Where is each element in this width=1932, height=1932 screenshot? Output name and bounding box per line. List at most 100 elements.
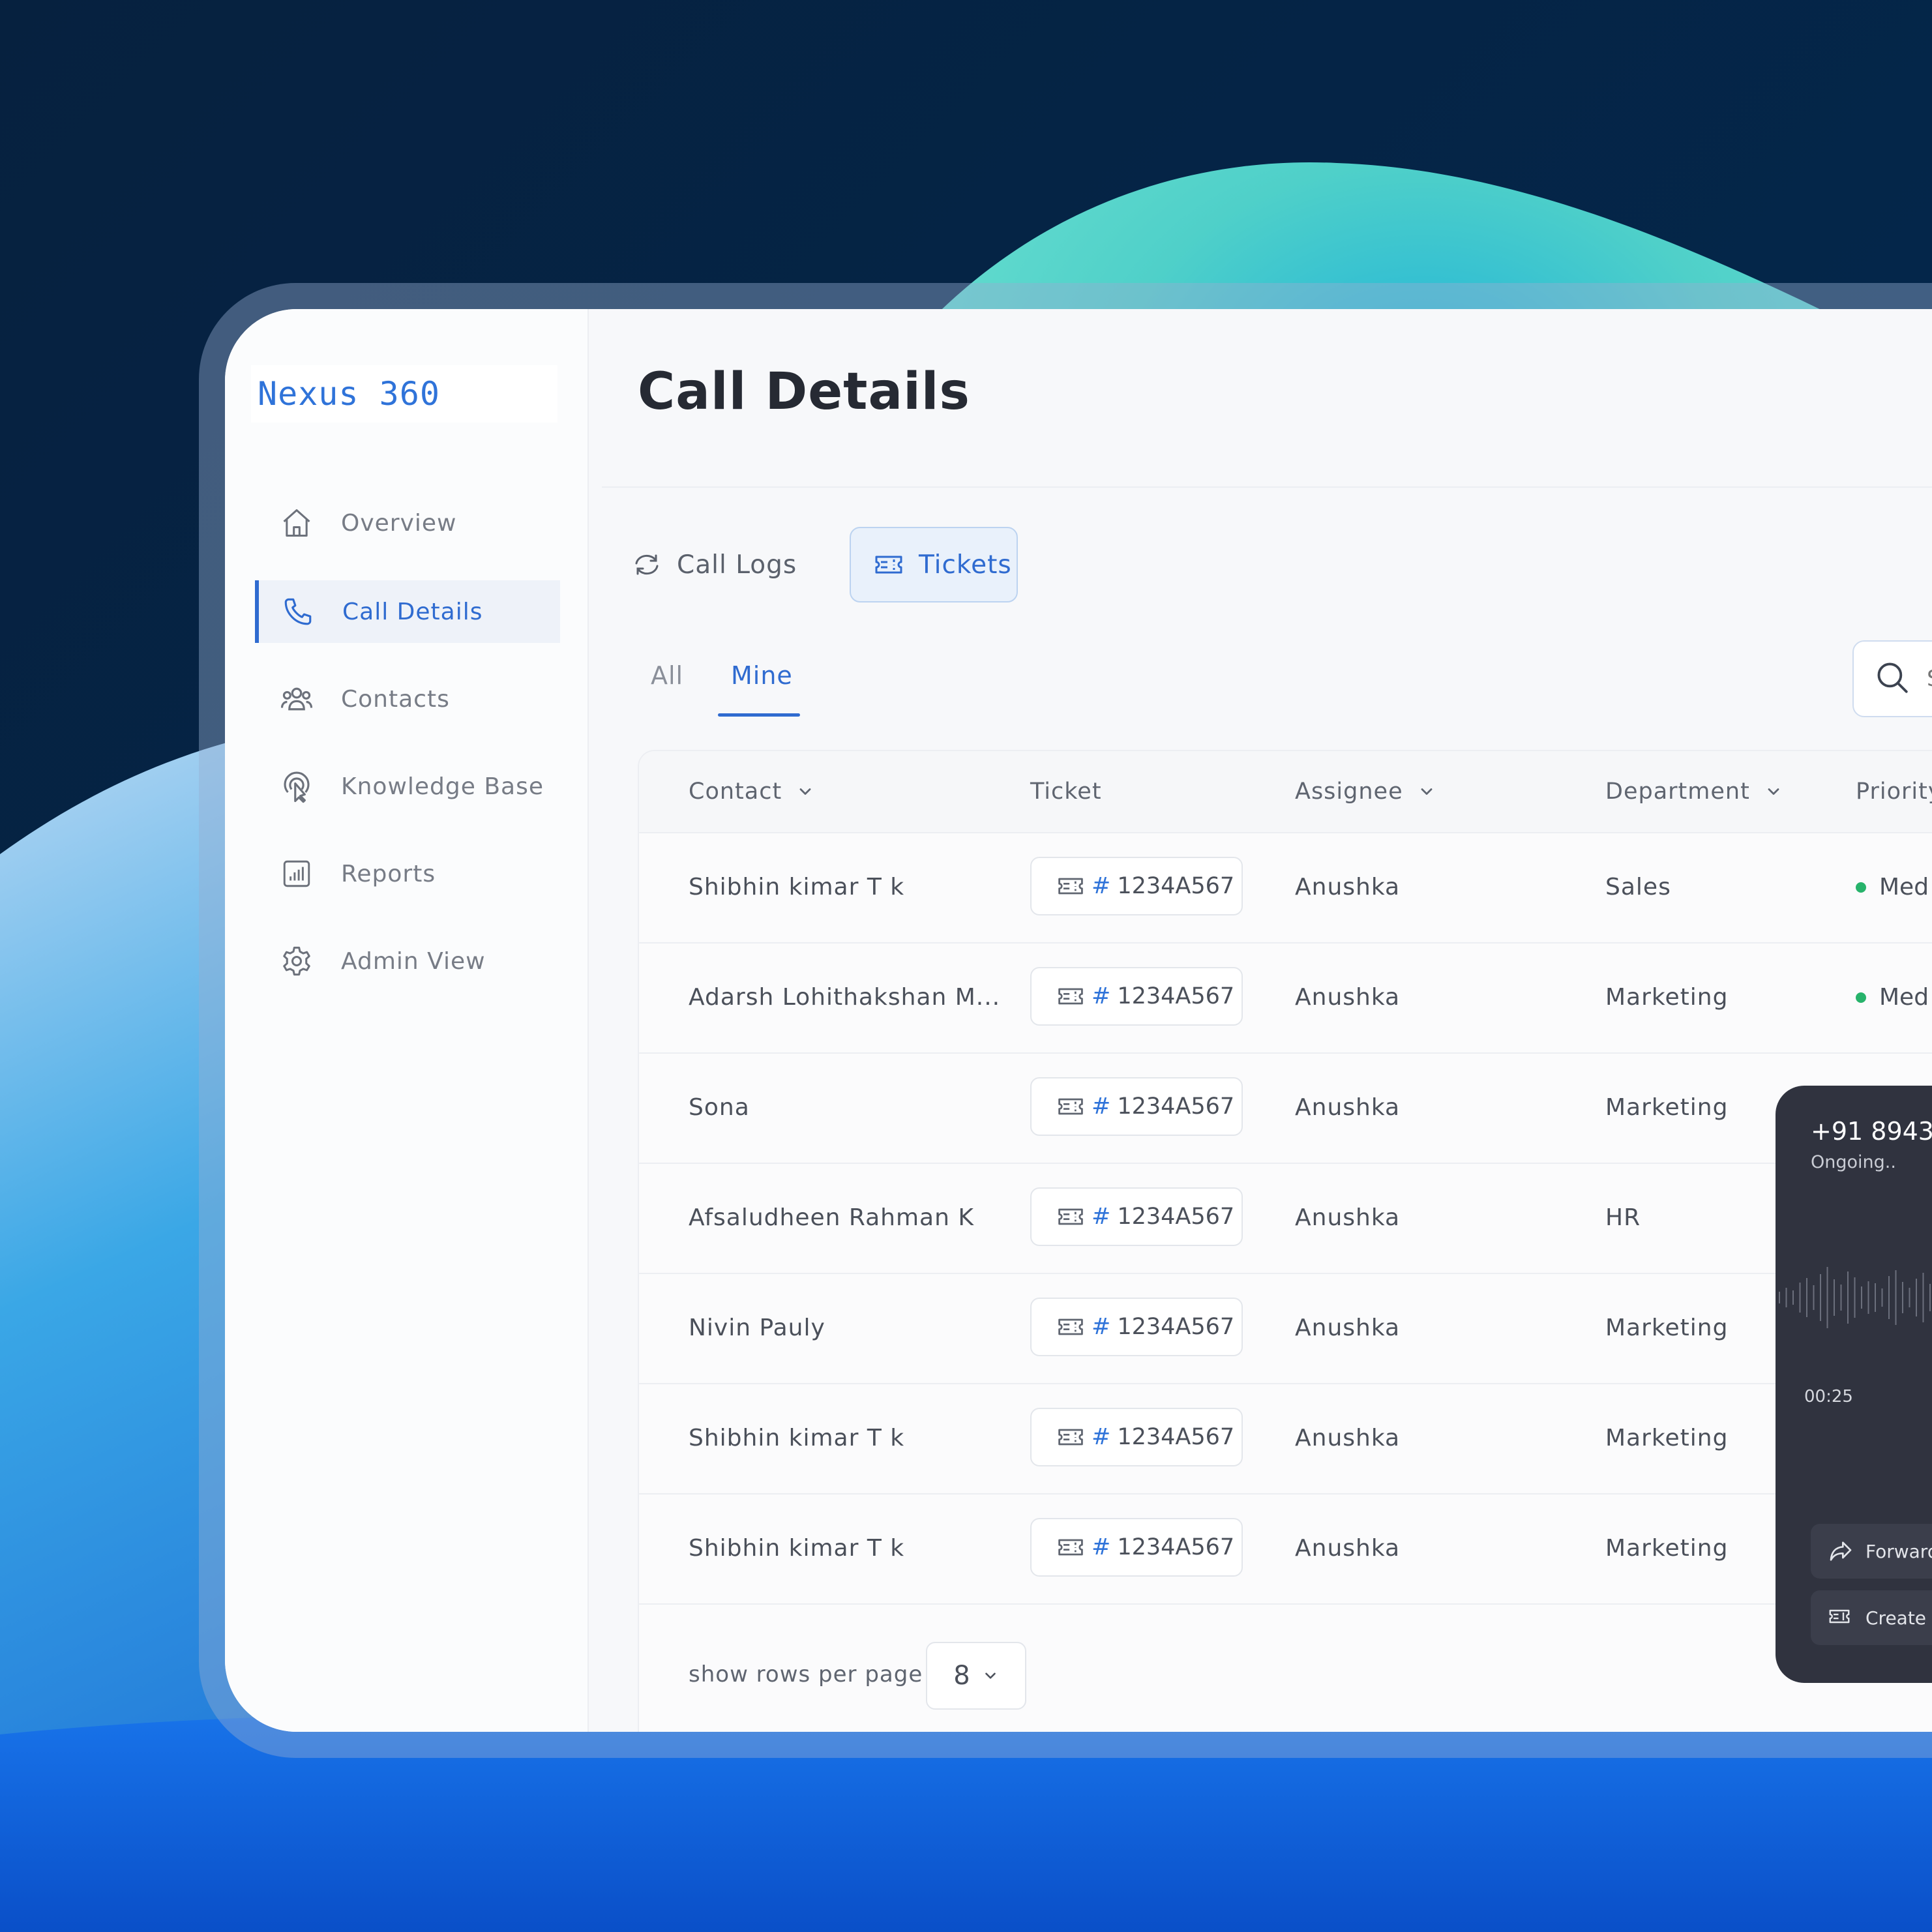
tab-label: Call Logs — [677, 550, 797, 580]
table-row[interactable]: Shibhin kimar T k #1234A567 Anushka Sales Me… — [639, 832, 1932, 944]
call-phone-number: +91 8943 5 — [1811, 1117, 1932, 1146]
header-divider — [602, 486, 1932, 488]
table-row[interactable]: Shibhin kimar T k #1234A567 Anushka Marketi… — [639, 1493, 1932, 1605]
sidebar-item-reports[interactable]: Reports — [256, 842, 561, 905]
column-header-assignee[interactable]: Assignee — [1295, 751, 1436, 832]
ticket-id-badge[interactable]: #1234A567 — [1030, 1077, 1243, 1136]
column-label: Priority — [1856, 779, 1932, 805]
call-timer: 00:25 — [1804, 1387, 1853, 1406]
ticket-icon — [1056, 1533, 1085, 1562]
sidebar-item-overview[interactable]: Overview — [256, 492, 561, 554]
forward-icon — [1828, 1538, 1854, 1564]
forward-button[interactable]: Forward — [1811, 1524, 1932, 1579]
sidebar: Nexus 360 Overview Call Details Contacts… — [225, 309, 589, 1732]
tab-call-logs[interactable]: Call Logs — [625, 527, 801, 602]
ticket-icon — [1056, 1092, 1085, 1121]
sidebar-item-label: Contacts — [341, 685, 450, 713]
ticket-hash: # — [1092, 1424, 1111, 1450]
search-box[interactable] — [1852, 640, 1932, 717]
sidebar-item-label: Reports — [341, 860, 436, 887]
priority-dot — [1856, 882, 1866, 893]
ticket-hash: # — [1092, 1534, 1111, 1560]
ticket-icon — [1056, 982, 1085, 1011]
priority-dot — [1856, 992, 1866, 1003]
app-logo[interactable]: Nexus 360 — [251, 365, 557, 423]
rows-per-page-label: show rows per page — [689, 1661, 923, 1687]
ticket-id: 1234A567 — [1117, 1204, 1235, 1230]
ticket-id: 1234A567 — [1117, 1424, 1235, 1450]
table-row[interactable]: Shibhin kimar T k #1234A567 Anushka Marketi… — [639, 1383, 1932, 1494]
tab-tickets[interactable]: Tickets — [850, 527, 1018, 602]
table-row[interactable]: Afsaludheen Rahman K #1234A567 Anushka HR — [639, 1163, 1932, 1274]
home-icon — [278, 505, 315, 541]
tickets-table: Contact Ticket Assignee Department Prior… — [638, 750, 1932, 1732]
column-label: Department — [1605, 779, 1750, 805]
cell-department: Marketing — [1605, 1315, 1729, 1341]
cell-contact: Shibhin kimar T k — [689, 1425, 905, 1451]
sidebar-item-knowledge-base[interactable]: Knowledge Base — [256, 755, 561, 818]
cell-assignee: Anushka — [1295, 1535, 1401, 1562]
column-header-ticket: Ticket — [1030, 751, 1102, 832]
cell-department: Marketing — [1605, 1535, 1729, 1562]
chevron-down-icon — [982, 1667, 999, 1684]
ticket-hash: # — [1092, 1204, 1111, 1230]
ticket-id: 1234A567 — [1117, 983, 1235, 1009]
cell-assignee: Anushka — [1295, 984, 1401, 1011]
subtab-all[interactable]: All — [651, 661, 683, 690]
forward-label: Forward — [1865, 1540, 1932, 1562]
ticket-id-badge[interactable]: #1234A567 — [1030, 857, 1243, 915]
sidebar-item-call-details[interactable]: Call Details — [255, 580, 560, 643]
chevron-down-icon — [1764, 782, 1783, 801]
ticket-id-badge[interactable]: #1234A567 — [1030, 967, 1243, 1026]
ticket-id: 1234A567 — [1117, 1314, 1235, 1340]
table-header: Contact Ticket Assignee Department Prior… — [639, 751, 1932, 833]
search-icon — [1873, 659, 1911, 699]
cell-assignee: Anushka — [1295, 1315, 1401, 1341]
cell-contact: Afsaludheen Rahman K — [689, 1204, 974, 1231]
cell-department: HR — [1605, 1204, 1641, 1231]
ticket-id-badge[interactable]: #1234A567 — [1030, 1298, 1243, 1356]
sidebar-item-contacts[interactable]: Contacts — [256, 668, 561, 730]
priority-label: Med — [1879, 874, 1929, 900]
create-ticket-button[interactable]: Create a — [1811, 1590, 1932, 1645]
cell-department: Sales — [1605, 874, 1671, 900]
ticket-icon — [1056, 1423, 1085, 1451]
column-header-department[interactable]: Department — [1605, 751, 1783, 832]
main-content: Call Details Call Logs Tickets All Mine — [589, 309, 1932, 1732]
cell-assignee: Anushka — [1295, 1204, 1401, 1231]
phone-icon — [280, 593, 316, 630]
sidebar-item-admin-view[interactable]: Admin View — [256, 930, 561, 992]
ticket-id-badge[interactable]: #1234A567 — [1030, 1518, 1243, 1577]
ticket-icon — [1828, 1605, 1854, 1631]
tab-label: Tickets — [919, 550, 1012, 580]
rows-per-page-select[interactable]: 8 — [926, 1642, 1026, 1710]
contacts-icon — [278, 681, 315, 717]
reports-icon — [278, 855, 315, 892]
ticket-id-badge[interactable]: #1234A567 — [1030, 1187, 1243, 1246]
cell-contact: Shibhin kimar T k — [689, 874, 905, 900]
cell-contact: Nivin Pauly — [689, 1315, 825, 1341]
knowledge-base-icon — [278, 768, 315, 805]
ticket-icon — [1056, 1202, 1085, 1231]
ticket-id: 1234A567 — [1117, 1093, 1235, 1120]
subtab-mine[interactable]: Mine — [731, 661, 793, 690]
create-ticket-label: Create a — [1865, 1607, 1932, 1629]
table-row[interactable]: Sona #1234A567 Anushka Marketing — [639, 1052, 1932, 1164]
chevron-down-icon — [1418, 782, 1436, 801]
column-label: Ticket — [1030, 779, 1102, 805]
ticket-icon — [1056, 872, 1085, 900]
search-input[interactable] — [1925, 665, 1932, 692]
ticket-id: 1234A567 — [1117, 1534, 1235, 1560]
cell-department: Marketing — [1605, 1425, 1729, 1451]
cell-assignee: Anushka — [1295, 1094, 1401, 1121]
cell-department: Marketing — [1605, 984, 1729, 1011]
cell-contact: Adarsh Lohithakshan M... — [689, 984, 1001, 1011]
cell-department: Marketing — [1605, 1094, 1729, 1121]
ticket-id-badge[interactable]: #1234A567 — [1030, 1408, 1243, 1466]
table-row[interactable]: Adarsh Lohithakshan M... #1234A567 Anushka… — [639, 942, 1932, 1054]
audio-waveform — [1779, 1267, 1931, 1328]
ticket-id: 1234A567 — [1117, 873, 1235, 899]
call-status: Ongoing.. — [1811, 1152, 1896, 1172]
column-header-contact[interactable]: Contact — [689, 751, 814, 832]
table-row[interactable]: Nivin Pauly #1234A567 Anushka Marketing — [639, 1273, 1932, 1384]
